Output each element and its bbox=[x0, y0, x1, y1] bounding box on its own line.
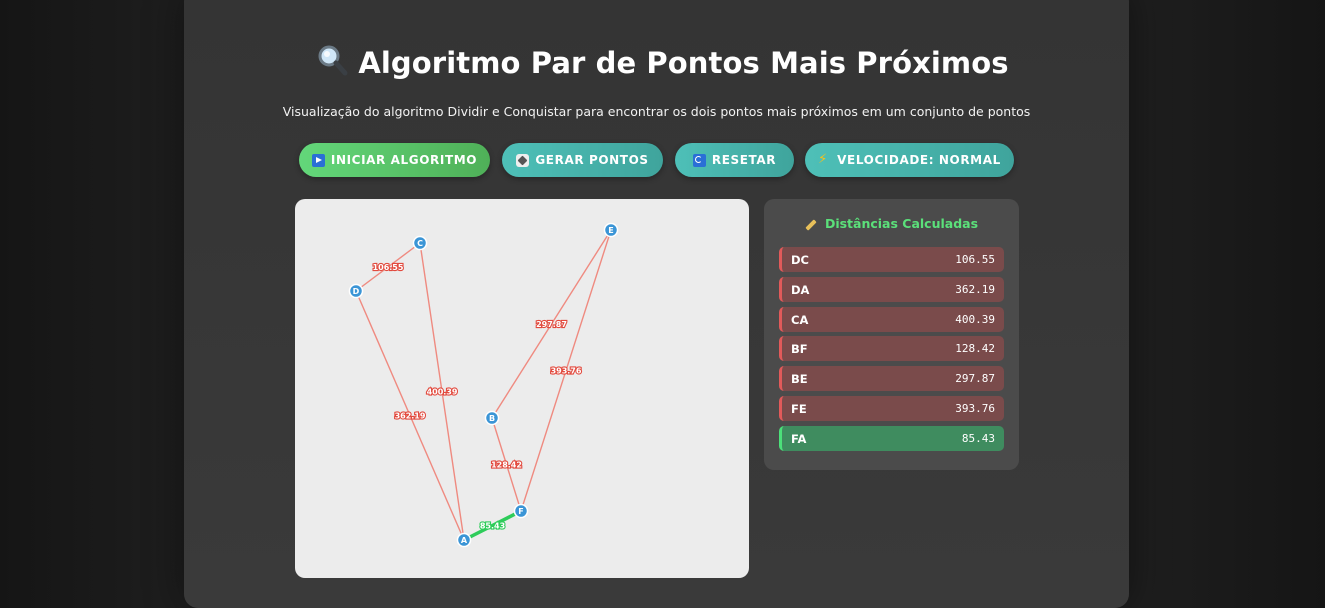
play-icon bbox=[311, 153, 325, 167]
distance-row: BF 128.42 bbox=[779, 336, 1004, 361]
point-A: A bbox=[456, 532, 472, 548]
point-B: B bbox=[484, 410, 500, 426]
points-canvas[interactable]: 106.55 362.19 400.39 128.42 297.87 393.76 85.4… bbox=[295, 199, 749, 578]
distance-row: DC 106.55 bbox=[779, 247, 1004, 272]
point-E: E bbox=[603, 222, 619, 238]
point-C: C bbox=[412, 235, 428, 251]
start-algorithm-label: INICIAR ALGORITMO bbox=[330, 153, 478, 167]
points-visualization: 106.55 362.19 400.39 128.42 297.87 393.76 85.4… bbox=[348, 222, 619, 548]
page-subtitle: Visualização do algoritmo Dividir e Conq… bbox=[282, 104, 1031, 119]
edge-distance-label: 400.39 bbox=[427, 388, 458, 397]
ruler-icon bbox=[805, 218, 817, 231]
distance-pair: FE bbox=[791, 401, 807, 416]
generate-points-button[interactable]: GERAR PONTOS bbox=[502, 143, 663, 177]
svg-text:F: F bbox=[518, 507, 523, 516]
distance-pair: BF bbox=[791, 341, 808, 356]
dice-icon bbox=[516, 153, 530, 167]
distance-value: 297.87 bbox=[955, 372, 995, 385]
distances-title-text: Distâncias Calculadas bbox=[824, 216, 979, 231]
page-title: Algoritmo Par de Pontos Mais Próximos bbox=[0, 44, 1325, 80]
start-algorithm-button[interactable]: INICIAR ALGORITMO bbox=[299, 143, 490, 177]
distance-row: BE 297.87 bbox=[779, 366, 1004, 391]
distance-value: 85.43 bbox=[961, 432, 995, 445]
distance-row-closest: FA 85.43 bbox=[779, 426, 1004, 451]
distance-pair: FA bbox=[791, 431, 807, 446]
edge-distance-label: 297.87 bbox=[536, 320, 567, 329]
distance-value: 393.76 bbox=[955, 402, 995, 415]
edge-distance-label: 85.43 bbox=[480, 522, 505, 531]
distance-pair: CA bbox=[791, 312, 809, 327]
refresh-icon bbox=[692, 153, 706, 167]
svg-text:A: A bbox=[461, 536, 468, 545]
edge-distance-label: 393.76 bbox=[551, 367, 582, 376]
page-title-text: Algoritmo Par de Pontos Mais Próximos bbox=[358, 46, 1009, 80]
edge-distance-label: 362.19 bbox=[395, 412, 426, 421]
distance-value: 362.19 bbox=[955, 283, 995, 296]
lightning-icon bbox=[818, 152, 831, 167]
point-F: F bbox=[513, 503, 529, 519]
reset-button[interactable]: RESETAR bbox=[675, 143, 794, 177]
distance-row: FE 393.76 bbox=[779, 396, 1004, 421]
speed-button[interactable]: VELOCIDADE: NORMAL bbox=[805, 143, 1014, 177]
magnifier-icon bbox=[316, 44, 350, 78]
distance-value: 400.39 bbox=[955, 313, 995, 326]
edge-distance-label: 106.55 bbox=[373, 263, 404, 272]
distances-title: Distâncias Calculadas bbox=[764, 216, 1019, 231]
speed-label: VELOCIDADE: NORMAL bbox=[837, 153, 1001, 167]
svg-text:C: C bbox=[417, 239, 423, 248]
distance-value: 128.42 bbox=[955, 342, 995, 355]
reset-label: RESETAR bbox=[711, 153, 777, 167]
distance-pair: BE bbox=[791, 371, 808, 386]
point-D: D bbox=[348, 283, 364, 299]
svg-text:E: E bbox=[608, 226, 613, 235]
svg-text:D: D bbox=[353, 287, 360, 296]
edge-distance-label: 128.42 bbox=[491, 461, 522, 470]
svg-text:B: B bbox=[489, 414, 495, 423]
distance-value: 106.55 bbox=[955, 253, 995, 266]
generate-points-label: GERAR PONTOS bbox=[535, 153, 649, 167]
distance-pair: DA bbox=[791, 282, 810, 297]
distance-row: CA 400.39 bbox=[779, 307, 1004, 332]
distance-row: DA 362.19 bbox=[779, 277, 1004, 302]
distance-pair: DC bbox=[791, 252, 809, 267]
